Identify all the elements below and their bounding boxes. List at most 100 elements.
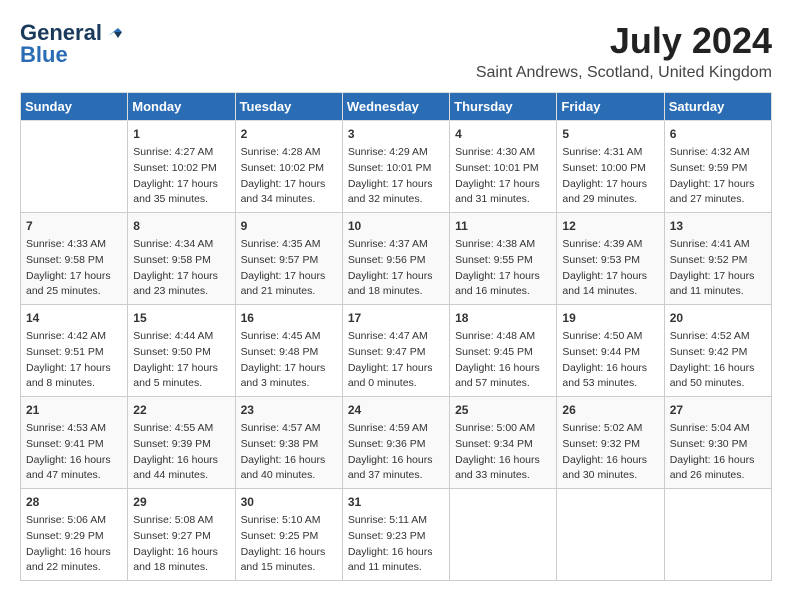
cell-text: Sunrise: 4:55 AM bbox=[133, 421, 229, 437]
cell-text: Sunrise: 5:08 AM bbox=[133, 513, 229, 529]
cell-text: and 27 minutes. bbox=[670, 192, 766, 208]
calendar-cell: 11Sunrise: 4:38 AMSunset: 9:55 PMDayligh… bbox=[450, 213, 557, 305]
cell-text: Daylight: 16 hours bbox=[562, 361, 658, 377]
header-tuesday: Tuesday bbox=[235, 93, 342, 121]
calendar-cell: 27Sunrise: 5:04 AMSunset: 9:30 PMDayligh… bbox=[664, 397, 771, 489]
cell-text: Sunset: 10:00 PM bbox=[562, 161, 658, 177]
calendar-cell: 16Sunrise: 4:45 AMSunset: 9:48 PMDayligh… bbox=[235, 305, 342, 397]
day-number: 10 bbox=[348, 217, 444, 235]
logo-bird-icon bbox=[104, 22, 122, 40]
calendar-week-row: 7Sunrise: 4:33 AMSunset: 9:58 PMDaylight… bbox=[21, 213, 772, 305]
calendar-cell: 25Sunrise: 5:00 AMSunset: 9:34 PMDayligh… bbox=[450, 397, 557, 489]
cell-text: Sunrise: 4:34 AM bbox=[133, 237, 229, 253]
day-number: 23 bbox=[241, 401, 337, 419]
day-number: 3 bbox=[348, 125, 444, 143]
cell-text: Sunset: 9:55 PM bbox=[455, 253, 551, 269]
cell-text: and 31 minutes. bbox=[455, 192, 551, 208]
day-number: 2 bbox=[241, 125, 337, 143]
day-number: 26 bbox=[562, 401, 658, 419]
cell-text: Sunset: 9:58 PM bbox=[133, 253, 229, 269]
calendar-cell: 9Sunrise: 4:35 AMSunset: 9:57 PMDaylight… bbox=[235, 213, 342, 305]
cell-text: Daylight: 17 hours bbox=[562, 177, 658, 193]
calendar-week-row: 28Sunrise: 5:06 AMSunset: 9:29 PMDayligh… bbox=[21, 489, 772, 581]
cell-text: Sunrise: 5:00 AM bbox=[455, 421, 551, 437]
calendar-week-row: 1Sunrise: 4:27 AMSunset: 10:02 PMDayligh… bbox=[21, 121, 772, 213]
cell-text: Sunset: 10:01 PM bbox=[348, 161, 444, 177]
cell-text: Sunset: 9:36 PM bbox=[348, 437, 444, 453]
cell-text: Sunset: 9:41 PM bbox=[26, 437, 122, 453]
header-monday: Monday bbox=[128, 93, 235, 121]
cell-text: Sunset: 9:30 PM bbox=[670, 437, 766, 453]
calendar-cell: 4Sunrise: 4:30 AMSunset: 10:01 PMDayligh… bbox=[450, 121, 557, 213]
cell-text: and 11 minutes. bbox=[670, 284, 766, 300]
cell-text: Sunrise: 4:59 AM bbox=[348, 421, 444, 437]
cell-text: Sunrise: 4:30 AM bbox=[455, 145, 551, 161]
calendar-cell: 24Sunrise: 4:59 AMSunset: 9:36 PMDayligh… bbox=[342, 397, 449, 489]
calendar-cell: 6Sunrise: 4:32 AMSunset: 9:59 PMDaylight… bbox=[664, 121, 771, 213]
cell-text: Sunset: 9:45 PM bbox=[455, 345, 551, 361]
cell-text: Sunset: 9:23 PM bbox=[348, 529, 444, 545]
day-number: 29 bbox=[133, 493, 229, 511]
calendar-cell: 1Sunrise: 4:27 AMSunset: 10:02 PMDayligh… bbox=[128, 121, 235, 213]
day-number: 30 bbox=[241, 493, 337, 511]
cell-text: Sunrise: 4:45 AM bbox=[241, 329, 337, 345]
title-block: July 2024 Saint Andrews, Scotland, Unite… bbox=[476, 20, 772, 82]
location-text: Saint Andrews, Scotland, United Kingdom bbox=[476, 64, 772, 82]
cell-text: and 18 minutes. bbox=[348, 284, 444, 300]
cell-text: Daylight: 16 hours bbox=[26, 545, 122, 561]
cell-text: Daylight: 17 hours bbox=[26, 361, 122, 377]
header-thursday: Thursday bbox=[450, 93, 557, 121]
cell-text: Daylight: 16 hours bbox=[348, 453, 444, 469]
cell-text: Daylight: 16 hours bbox=[133, 453, 229, 469]
calendar-cell: 18Sunrise: 4:48 AMSunset: 9:45 PMDayligh… bbox=[450, 305, 557, 397]
cell-text: Sunset: 9:50 PM bbox=[133, 345, 229, 361]
cell-text: Daylight: 17 hours bbox=[348, 269, 444, 285]
cell-text: Sunrise: 4:57 AM bbox=[241, 421, 337, 437]
cell-text: Sunrise: 4:44 AM bbox=[133, 329, 229, 345]
calendar-cell: 2Sunrise: 4:28 AMSunset: 10:02 PMDayligh… bbox=[235, 121, 342, 213]
cell-text: Sunrise: 4:52 AM bbox=[670, 329, 766, 345]
cell-text: Daylight: 16 hours bbox=[26, 453, 122, 469]
cell-text: Sunset: 9:58 PM bbox=[26, 253, 122, 269]
header-saturday: Saturday bbox=[664, 93, 771, 121]
cell-text: Sunset: 9:34 PM bbox=[455, 437, 551, 453]
cell-text: Sunrise: 5:04 AM bbox=[670, 421, 766, 437]
day-number: 15 bbox=[133, 309, 229, 327]
cell-text: Sunrise: 4:29 AM bbox=[348, 145, 444, 161]
calendar-header-row: SundayMondayTuesdayWednesdayThursdayFrid… bbox=[21, 93, 772, 121]
cell-text: Sunset: 9:47 PM bbox=[348, 345, 444, 361]
day-number: 17 bbox=[348, 309, 444, 327]
cell-text: Daylight: 17 hours bbox=[241, 177, 337, 193]
cell-text: and 47 minutes. bbox=[26, 468, 122, 484]
cell-text: and 26 minutes. bbox=[670, 468, 766, 484]
cell-text: and 16 minutes. bbox=[455, 284, 551, 300]
cell-text: and 29 minutes. bbox=[562, 192, 658, 208]
calendar-cell: 7Sunrise: 4:33 AMSunset: 9:58 PMDaylight… bbox=[21, 213, 128, 305]
cell-text: Sunset: 9:42 PM bbox=[670, 345, 766, 361]
cell-text: and 21 minutes. bbox=[241, 284, 337, 300]
cell-text: and 15 minutes. bbox=[241, 560, 337, 576]
cell-text: Sunset: 9:29 PM bbox=[26, 529, 122, 545]
cell-text: and 32 minutes. bbox=[348, 192, 444, 208]
calendar-cell bbox=[664, 489, 771, 581]
day-number: 18 bbox=[455, 309, 551, 327]
cell-text: Sunrise: 5:06 AM bbox=[26, 513, 122, 529]
cell-text: Sunset: 9:57 PM bbox=[241, 253, 337, 269]
cell-text: Daylight: 16 hours bbox=[455, 453, 551, 469]
cell-text: Sunrise: 5:02 AM bbox=[562, 421, 658, 437]
calendar-cell: 3Sunrise: 4:29 AMSunset: 10:01 PMDayligh… bbox=[342, 121, 449, 213]
day-number: 27 bbox=[670, 401, 766, 419]
day-number: 12 bbox=[562, 217, 658, 235]
calendar-cell: 17Sunrise: 4:47 AMSunset: 9:47 PMDayligh… bbox=[342, 305, 449, 397]
cell-text: and 5 minutes. bbox=[133, 376, 229, 392]
cell-text: Sunset: 10:01 PM bbox=[455, 161, 551, 177]
cell-text: and 30 minutes. bbox=[562, 468, 658, 484]
calendar-cell: 12Sunrise: 4:39 AMSunset: 9:53 PMDayligh… bbox=[557, 213, 664, 305]
header-sunday: Sunday bbox=[21, 93, 128, 121]
cell-text: and 44 minutes. bbox=[133, 468, 229, 484]
calendar-cell: 10Sunrise: 4:37 AMSunset: 9:56 PMDayligh… bbox=[342, 213, 449, 305]
cell-text: Sunrise: 4:38 AM bbox=[455, 237, 551, 253]
cell-text: Sunrise: 5:11 AM bbox=[348, 513, 444, 529]
calendar-cell: 21Sunrise: 4:53 AMSunset: 9:41 PMDayligh… bbox=[21, 397, 128, 489]
cell-text: and 53 minutes. bbox=[562, 376, 658, 392]
